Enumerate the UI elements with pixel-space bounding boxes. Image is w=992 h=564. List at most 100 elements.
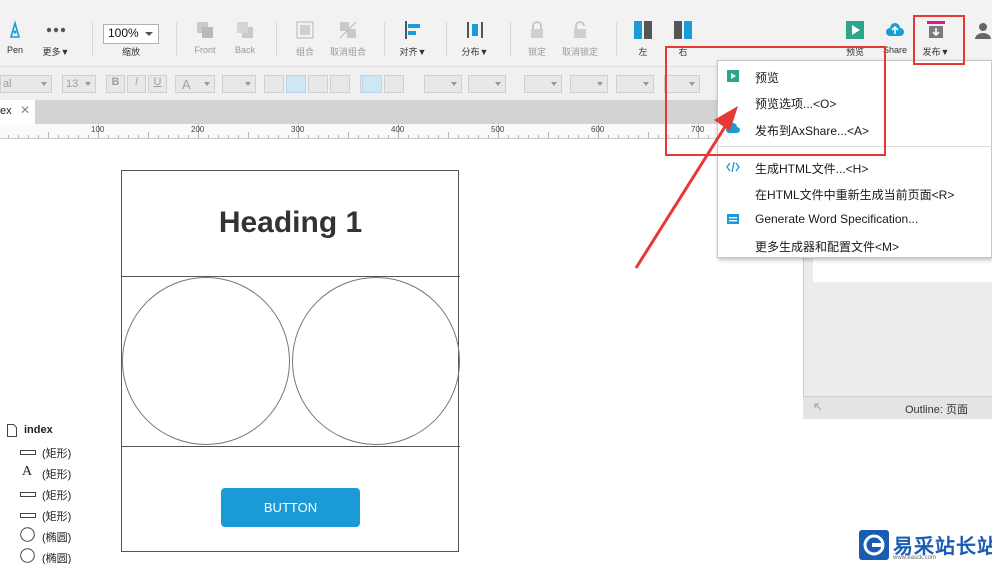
- menu-item-word-spec[interactable]: Generate Word Specification...: [718, 206, 992, 232]
- ruler-tick: [218, 135, 219, 138]
- ruler-tick: [268, 135, 269, 138]
- text-widget-icon: A: [22, 464, 33, 479]
- align-text-justify-button[interactable]: [330, 75, 350, 93]
- right-panel-icon: [673, 20, 693, 40]
- distribute-button[interactable]: 分布▼: [458, 0, 492, 62]
- outline-item[interactable]: (椭圆): [0, 546, 189, 564]
- menu-item-regenerate-page[interactable]: 在HTML文件中重新生成当前页面<R>: [718, 180, 992, 206]
- ruler-tick: [8, 135, 9, 138]
- valign-bottom-button[interactable]: [384, 75, 404, 93]
- shadow-button[interactable]: [468, 75, 506, 93]
- ruler-tick: [58, 135, 59, 138]
- align-text-center-button[interactable]: [286, 75, 306, 93]
- ruler-tick: [228, 135, 229, 138]
- ruler-tick: [568, 135, 569, 138]
- cloud-upload-icon: [885, 20, 905, 40]
- ruler-label: 300: [291, 125, 305, 134]
- line-width-button[interactable]: [570, 75, 608, 93]
- more-button[interactable]: 更多▼: [38, 0, 74, 62]
- ruler-tick: [458, 135, 459, 138]
- italic-glyph: I: [134, 76, 139, 88]
- ungroup-button[interactable]: 取消组合: [326, 0, 370, 62]
- ruler-tick: [438, 135, 439, 138]
- valign-middle-button[interactable]: [362, 75, 382, 93]
- group-icon: [295, 20, 315, 40]
- ruler-tick: [348, 132, 349, 138]
- outline-item-label: (椭圆): [42, 532, 72, 544]
- align-button[interactable]: 对齐▼: [396, 0, 430, 62]
- lock-label: 锁定: [527, 47, 546, 57]
- ruler-tick: [508, 135, 509, 138]
- outline-item[interactable]: (矩形): [0, 441, 189, 462]
- ruler-tick: [418, 135, 419, 138]
- outline-item[interactable]: (矩形): [0, 504, 189, 525]
- underline-button[interactable]: U: [148, 75, 167, 93]
- text-color-glyph: A: [182, 77, 191, 92]
- more-dots-icon: [46, 20, 66, 40]
- outline-item-label: (矩形): [42, 448, 72, 460]
- ruler-tick: [258, 135, 259, 138]
- menu-item-label: Generate Word Specification...: [755, 212, 919, 226]
- bullet-list-button[interactable]: [222, 75, 256, 93]
- menu-item-generate-html[interactable]: 生成HTML文件...<H>: [718, 154, 992, 180]
- ruler-tick: [308, 135, 309, 138]
- rectangle-icon: [20, 492, 36, 497]
- collapse-arrow-icon[interactable]: [813, 402, 823, 412]
- ruler-tick: [318, 135, 319, 138]
- zoom-label-holder: 缩放: [103, 0, 159, 62]
- align-text-right-button[interactable]: [308, 75, 328, 93]
- heading-widget[interactable]: Heading 1: [121, 206, 460, 240]
- line-color-button[interactable]: [524, 75, 562, 93]
- outline-root-item[interactable]: index: [0, 420, 189, 441]
- italic-button[interactable]: I: [127, 75, 146, 93]
- button-widget[interactable]: BUTTON: [221, 488, 360, 527]
- pen-tool-button[interactable]: Pen: [0, 0, 30, 62]
- ruler-label: 100: [91, 125, 105, 134]
- outline-item[interactable]: A (矩形): [0, 462, 189, 483]
- ruler-tick: [588, 135, 589, 138]
- outline-item[interactable]: (矩形): [0, 483, 189, 504]
- back-label: Back: [234, 45, 255, 55]
- line-style-button[interactable]: [616, 75, 654, 93]
- ruler-tick: [658, 135, 659, 138]
- ruler-tick: [548, 132, 549, 138]
- unlock-button[interactable]: 取消锁定: [558, 0, 602, 62]
- bring-front-button[interactable]: Front: [188, 0, 222, 62]
- ruler-tick: [138, 135, 139, 138]
- align-text-left-button[interactable]: [264, 75, 284, 93]
- site-watermark: 易采站长站 www.easck.com: [857, 527, 992, 564]
- ruler-label: 200: [191, 125, 205, 134]
- fill-color-button[interactable]: [424, 75, 462, 93]
- ruler-tick: [78, 135, 79, 138]
- ruler-tick: [18, 135, 19, 138]
- word-document-icon: [727, 214, 739, 224]
- font-family-select[interactable]: al: [0, 75, 52, 93]
- ruler-tick: [88, 135, 89, 138]
- ellipse-widget-right[interactable]: [292, 277, 460, 445]
- lock-button[interactable]: 锁定: [522, 0, 552, 62]
- left-button[interactable]: 左: [628, 0, 658, 62]
- tab-index[interactable]: ex ✕: [0, 100, 35, 124]
- font-size-select[interactable]: 13: [62, 75, 96, 93]
- group-button[interactable]: 组合: [290, 0, 320, 62]
- bold-button[interactable]: B: [106, 75, 125, 93]
- ruler-tick: [128, 135, 129, 138]
- chevron-down-icon: [85, 82, 91, 86]
- user-icon: [973, 20, 992, 40]
- close-icon[interactable]: ✕: [20, 103, 30, 117]
- chevron-down-icon: [597, 82, 603, 86]
- chevron-down-icon: [245, 82, 251, 86]
- outline-root-label: index: [24, 424, 53, 436]
- outline-item[interactable]: (椭圆): [0, 525, 189, 546]
- toolbar-divider: [176, 22, 177, 56]
- ruler-label: 600: [591, 125, 605, 134]
- outline-item-label: (矩形): [42, 469, 72, 481]
- ruler-tick: [378, 135, 379, 138]
- menu-item-more-generators[interactable]: 更多生成器和配置文件<M>: [718, 232, 992, 258]
- ruler-tick: [208, 135, 209, 138]
- user-account-button[interactable]: [974, 0, 992, 62]
- text-color-button[interactable]: A: [175, 75, 215, 93]
- send-back-button[interactable]: Back: [228, 0, 262, 62]
- align-left-icon: [403, 20, 423, 40]
- front-label: Front: [194, 45, 216, 55]
